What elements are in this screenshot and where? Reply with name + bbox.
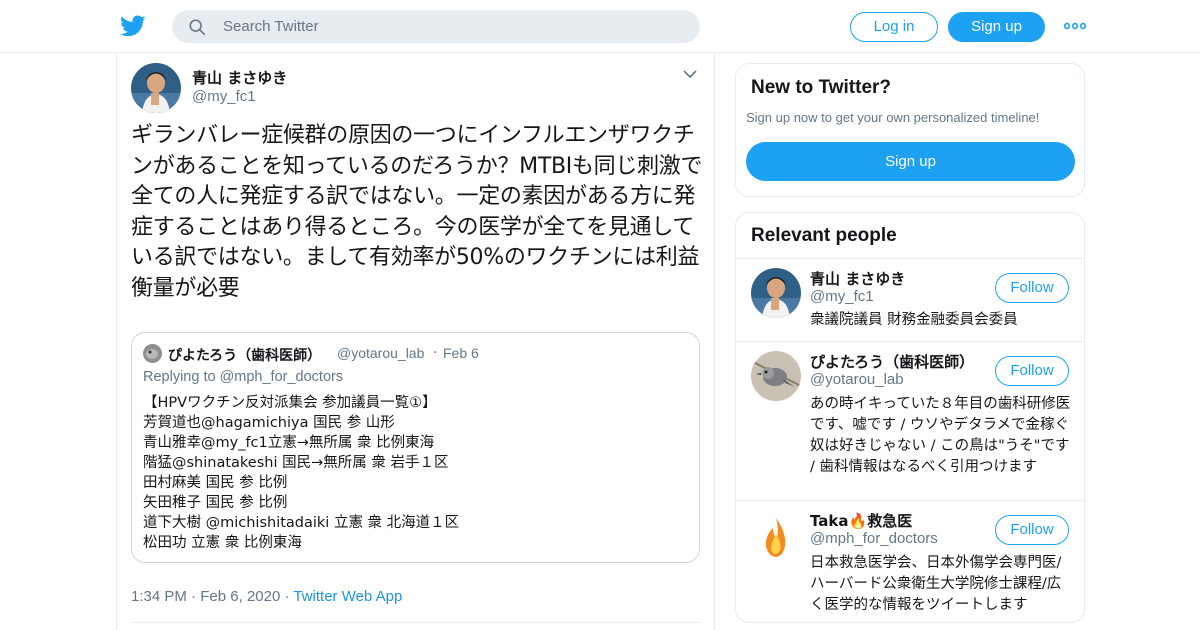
person-avatar[interactable]: [751, 351, 801, 401]
signup-large-button[interactable]: Sign up: [746, 142, 1075, 181]
quoted-author-handle: @yotarou_lab: [337, 345, 425, 361]
person-handle[interactable]: @mph_for_doctors: [810, 530, 938, 547]
person-handle[interactable]: @yotarou_lab: [810, 371, 904, 388]
quoted-line: 青山雅幸@my_fc1立憲→無所属 衆 比例東海: [143, 435, 435, 451]
person-item: 青山 まさゆき @my_fc1 Follow 衆議院議員 財務金融委員会委員: [736, 258, 1084, 341]
separator-dot: ·: [284, 588, 290, 605]
card-title: Relevant people: [751, 225, 897, 246]
person-bio: 衆議院議員 財務金融委員会委員: [810, 312, 1018, 328]
replying-to: Replying to @mph_for_doctors: [143, 369, 344, 385]
tweet-date[interactable]: Feb 6, 2020: [200, 588, 280, 605]
quoted-author-name: ぴよたろう（歯科医師）: [168, 348, 322, 364]
person-item: ぴよたろう（歯科医師） @yotarou_lab Follow あの時イキってい…: [736, 341, 1084, 500]
person-avatar[interactable]: [751, 268, 801, 318]
top-bar: Search Twitter Log in Sign up: [0, 0, 1200, 53]
tweet-column: 青山 まさゆき @my_fc1 ギランバレー症候群の原因の一つにインフルエンザワ…: [116, 53, 715, 630]
more-options-icon[interactable]: [1064, 19, 1086, 33]
quoted-date: Feb 6: [443, 345, 479, 361]
author-avatar[interactable]: [131, 63, 181, 113]
tweet-text: ギランバレー症候群の原因の一つにインフルエンザワクチンがあることを知っているのだ…: [131, 123, 703, 301]
quoted-line: 【HPVワクチン反対派集会 参加議員一覧①】: [143, 395, 437, 411]
quoted-line: 芳賀道也@hagamichiya 国民 参 山形: [143, 415, 395, 431]
tweet-metadata: 1:34 PM · Feb 6, 2020 · Twitter Web App: [131, 588, 402, 605]
search-box[interactable]: Search Twitter: [172, 10, 700, 43]
follow-button[interactable]: Follow: [995, 273, 1069, 303]
author-name[interactable]: 青山 まさゆき: [192, 67, 287, 88]
search-icon: [189, 19, 206, 36]
quoted-tweet[interactable]: ぴよたろう（歯科医師） @yotarou_lab · Feb 6 Replyin…: [131, 332, 700, 563]
signup-button[interactable]: Sign up: [948, 12, 1045, 42]
quoted-line: 矢田稚子 国民 参 比例: [143, 495, 288, 511]
person-bio: 日本救急医学会、日本外傷学会専門医/ハーバード公衆衛生大学院修士課程/広く医学的…: [810, 555, 1062, 613]
separator-dot: ·: [191, 588, 197, 605]
quoted-author-avatar: [143, 344, 162, 363]
tweet-source-link[interactable]: Twitter Web App: [293, 588, 402, 605]
card-subtitle: Sign up now to get your own personalized…: [746, 110, 1040, 125]
person-handle[interactable]: @my_fc1: [810, 288, 874, 305]
quoted-line: 松田功 立憲 衆 比例東海: [143, 535, 302, 551]
quoted-line: 田村麻美 国民 参 比例: [143, 475, 288, 491]
twitter-bird-icon[interactable]: [119, 13, 147, 39]
chevron-down-icon[interactable]: [683, 69, 697, 79]
card-title: New to Twitter?: [751, 77, 892, 98]
quoted-text: 【HPVワクチン反対派集会 参加議員一覧①】 芳賀道也@hagamichiya …: [143, 393, 693, 553]
divider: [131, 622, 700, 623]
person-item: Taka🔥救急医 @mph_for_doctors Follow 日本救急医学会…: [736, 500, 1084, 622]
quoted-line: 階猛@shinatakeshi 国民→無所属 衆 岩手１区: [143, 455, 449, 471]
person-name[interactable]: Taka🔥救急医: [810, 510, 912, 531]
relevant-people-card: Relevant people 青山 まさゆき @my_fc1 Follow 衆…: [735, 212, 1085, 623]
person-avatar[interactable]: [751, 512, 801, 562]
person-name[interactable]: ぴよたろう（歯科医師）: [810, 351, 974, 372]
tweet-time[interactable]: 1:34 PM: [131, 588, 187, 605]
follow-button[interactable]: Follow: [995, 356, 1069, 386]
person-name[interactable]: 青山 まさゆき: [810, 268, 905, 289]
login-button[interactable]: Log in: [850, 12, 938, 42]
person-bio: あの時イキっていた８年目の歯科研修医です、嘘です / ウソやデタラメで金稼ぐ奴は…: [810, 396, 1071, 475]
follow-button[interactable]: Follow: [995, 515, 1069, 545]
search-input[interactable]: Search Twitter: [223, 18, 319, 35]
quoted-line: 道下大樹 @michishitadaiki 立憲 衆 北海道１区: [143, 515, 460, 531]
new-to-twitter-card: New to Twitter? Sign up now to get your …: [735, 63, 1085, 197]
separator-dot: ·: [433, 345, 438, 361]
author-handle[interactable]: @my_fc1: [192, 88, 256, 105]
